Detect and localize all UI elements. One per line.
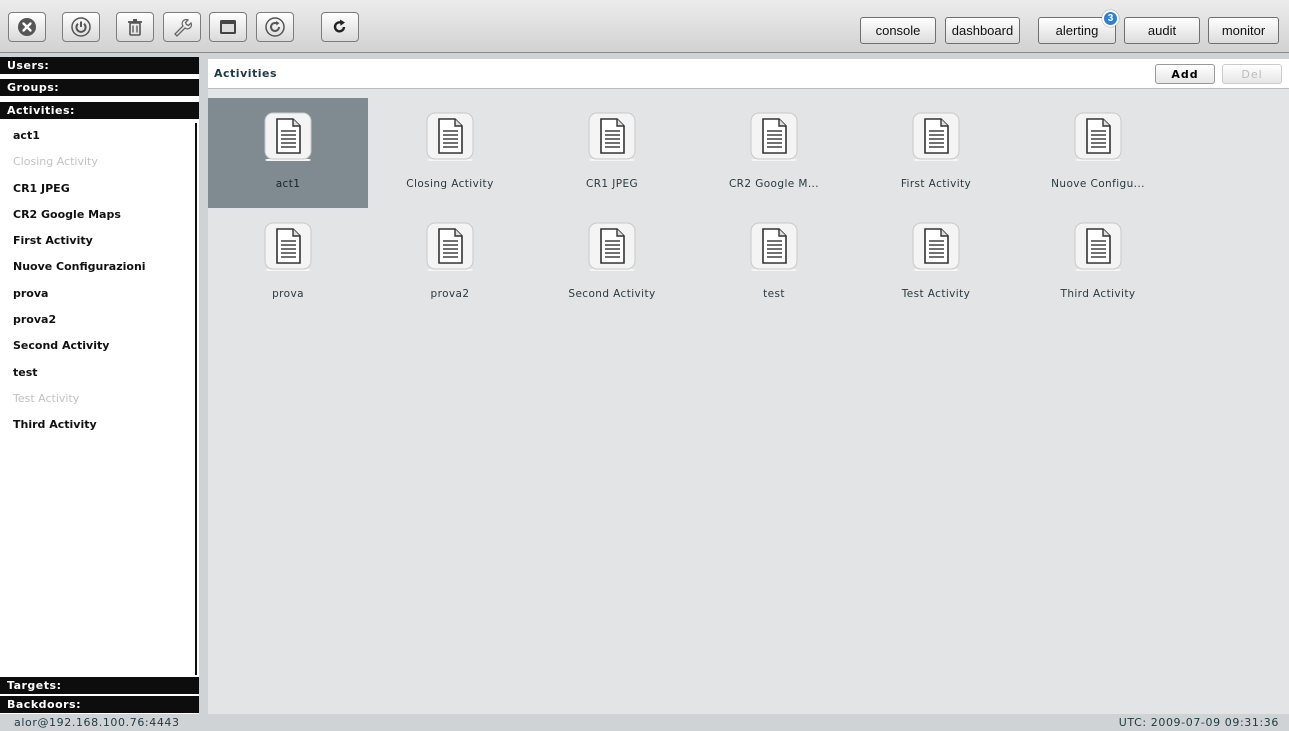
- refresh-circle-icon: [265, 17, 285, 37]
- wrench-icon: [174, 18, 193, 37]
- activity-tile-label: prova2: [430, 288, 470, 300]
- document-icon: [263, 221, 313, 273]
- sidebar-activity-item[interactable]: test: [0, 360, 195, 386]
- sidebar: Users: Groups: Activities: act1 Closing A…: [0, 57, 199, 714]
- sidebar-activity-item[interactable]: First Activity: [0, 228, 195, 254]
- audit-button[interactable]: audit: [1124, 17, 1200, 44]
- section-users[interactable]: Users:: [0, 57, 199, 74]
- activity-tile[interactable]: prova2: [370, 208, 530, 318]
- activity-tile-label: Nuove Configu...: [1051, 178, 1145, 190]
- panel-header: Activities Add Del: [208, 59, 1289, 89]
- activity-tile[interactable]: Test Activity: [856, 208, 1016, 318]
- activity-tile-label: Closing Activity: [406, 178, 494, 190]
- document-icon: [749, 221, 799, 273]
- document-icon: [1073, 111, 1123, 163]
- document-icon: [263, 111, 313, 163]
- window-button[interactable]: [209, 12, 247, 42]
- activity-tile[interactable]: act1: [208, 98, 368, 208]
- activity-tile[interactable]: Second Activity: [532, 208, 692, 318]
- reload-button[interactable]: [321, 12, 359, 42]
- delete-button[interactable]: [116, 12, 154, 42]
- document-icon: [911, 111, 961, 163]
- activity-tile-label: CR1 JPEG: [585, 178, 639, 190]
- console-button[interactable]: console: [860, 17, 936, 44]
- activity-tile[interactable]: CR2 Google M...: [694, 98, 854, 208]
- utc-clock: UTC: 2009-07-09 09:31:36: [1118, 716, 1279, 729]
- activity-tile-label: Second Activity: [568, 288, 656, 300]
- sidebar-activity-item[interactable]: Test Activity: [0, 386, 195, 412]
- activity-tile-label: First Activity: [900, 178, 972, 190]
- status-bar: alor@192.168.100.76:4443 UTC: 2009-07-09…: [0, 714, 1289, 731]
- activity-list: act1 Closing Activity CR1 JPEG CR2 Google M…: [0, 123, 197, 675]
- document-icon: [425, 111, 475, 163]
- activity-tile-label: prova: [272, 288, 304, 300]
- section-groups[interactable]: Groups:: [0, 79, 199, 96]
- section-activities[interactable]: Activities:: [0, 102, 199, 119]
- section-backdoors[interactable]: Backdoors:: [0, 696, 199, 713]
- trash-icon: [128, 19, 142, 36]
- panel-title: Activities: [214, 67, 278, 80]
- dashboard-button[interactable]: dashboard: [945, 17, 1020, 44]
- activity-tile-label: Test Activity: [901, 288, 971, 300]
- section-targets[interactable]: Targets:: [0, 677, 199, 694]
- monitor-button[interactable]: monitor: [1208, 17, 1279, 44]
- sidebar-activity-item[interactable]: Third Activity: [0, 412, 195, 438]
- document-icon: [425, 221, 475, 273]
- activity-tile-label: Third Activity: [1060, 288, 1136, 300]
- activity-tile[interactable]: Nuove Configu...: [1018, 98, 1178, 208]
- connection-info: alor@192.168.100.76:4443: [14, 716, 180, 729]
- power-icon: [71, 17, 91, 37]
- document-icon: [749, 111, 799, 163]
- sidebar-activity-item[interactable]: prova: [0, 281, 195, 307]
- refresh-circle-button[interactable]: [256, 12, 294, 42]
- add-button[interactable]: Add: [1155, 64, 1215, 84]
- document-icon: [911, 221, 961, 273]
- activity-tile[interactable]: CR1 JPEG: [532, 98, 692, 208]
- sidebar-activity-item[interactable]: Closing Activity: [0, 149, 195, 175]
- activity-tile[interactable]: test: [694, 208, 854, 318]
- activity-tile[interactable]: prova: [208, 208, 368, 318]
- settings-button[interactable]: [163, 12, 201, 42]
- del-button[interactable]: Del: [1222, 64, 1282, 84]
- activity-tile-label: test: [763, 288, 785, 300]
- close-button[interactable]: [8, 12, 46, 42]
- activity-tile[interactable]: First Activity: [856, 98, 1016, 208]
- close-circle-icon: [18, 18, 36, 36]
- reload-icon: [333, 19, 346, 33]
- window-icon: [220, 20, 236, 34]
- activity-tile[interactable]: Third Activity: [1018, 208, 1178, 318]
- sidebar-activity-item[interactable]: Nuove Configurazioni: [0, 254, 195, 280]
- sidebar-activity-item[interactable]: CR1 JPEG: [0, 176, 195, 202]
- document-icon: [1073, 221, 1123, 273]
- alert-count-badge: 3: [1102, 10, 1119, 27]
- sidebar-activity-item[interactable]: CR2 Google Maps: [0, 202, 195, 228]
- sidebar-activity-item[interactable]: act1: [0, 123, 195, 149]
- alerting-label: alerting: [1055, 23, 1099, 38]
- sidebar-activity-item[interactable]: prova2: [0, 307, 195, 333]
- toolbar: console dashboard alerting 3 audit monit…: [0, 0, 1289, 53]
- power-button[interactable]: [62, 12, 100, 42]
- document-icon: [587, 111, 637, 163]
- activity-tile-label: CR2 Google M...: [728, 178, 820, 190]
- document-icon: [587, 221, 637, 273]
- main-panel: Activities Add Del act1 Closing Activity C…: [208, 59, 1289, 714]
- activity-tile-label: act1: [275, 178, 301, 190]
- alerting-button[interactable]: alerting 3: [1038, 10, 1119, 44]
- activity-tile[interactable]: Closing Activity: [370, 98, 530, 208]
- sidebar-activity-item[interactable]: Second Activity: [0, 333, 195, 359]
